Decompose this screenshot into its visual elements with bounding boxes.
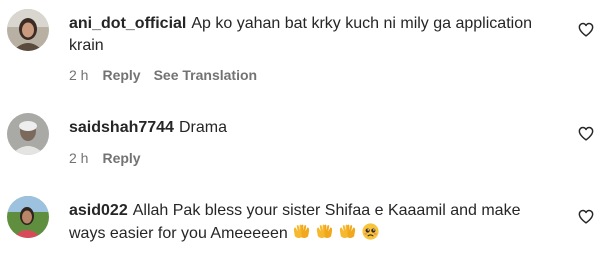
reply-button[interactable]: Reply <box>102 149 140 167</box>
open-hands-emoji <box>293 224 309 238</box>
comment-username[interactable]: ani_dot_official <box>69 15 186 32</box>
comment-text: saidshah7744 Drama <box>69 117 557 139</box>
heart-outline-icon[interactable] <box>578 209 594 224</box>
comment-username[interactable]: asid022 <box>69 202 128 219</box>
comment-timestamp: 2 h <box>69 67 89 83</box>
comment-body: Drama <box>178 119 227 136</box>
avatar[interactable] <box>7 196 49 238</box>
open-hands-emoji <box>339 224 355 238</box>
heart-outline-icon[interactable] <box>578 126 594 141</box>
avatar[interactable] <box>7 113 49 155</box>
comment-text: ani_dot_official Ap ko yahan bat krky kuc… <box>69 13 557 57</box>
comment-meta: 2 h Reply <box>69 149 154 167</box>
pleading-face-emoji <box>362 223 379 240</box>
comment-username[interactable]: saidshah7744 <box>69 119 174 136</box>
open-hands-emoji <box>316 224 332 238</box>
see-translation-button[interactable]: See Translation <box>154 66 257 84</box>
heart-outline-icon[interactable] <box>578 22 594 37</box>
avatar[interactable] <box>7 9 49 51</box>
reply-button[interactable]: Reply <box>102 66 140 84</box>
comment-timestamp: 2 h <box>69 150 89 166</box>
comment-meta: 2 h Reply See Translation <box>69 66 257 84</box>
comment-text: asid022 Allah Pak bless your sister Shifa… <box>69 200 557 245</box>
